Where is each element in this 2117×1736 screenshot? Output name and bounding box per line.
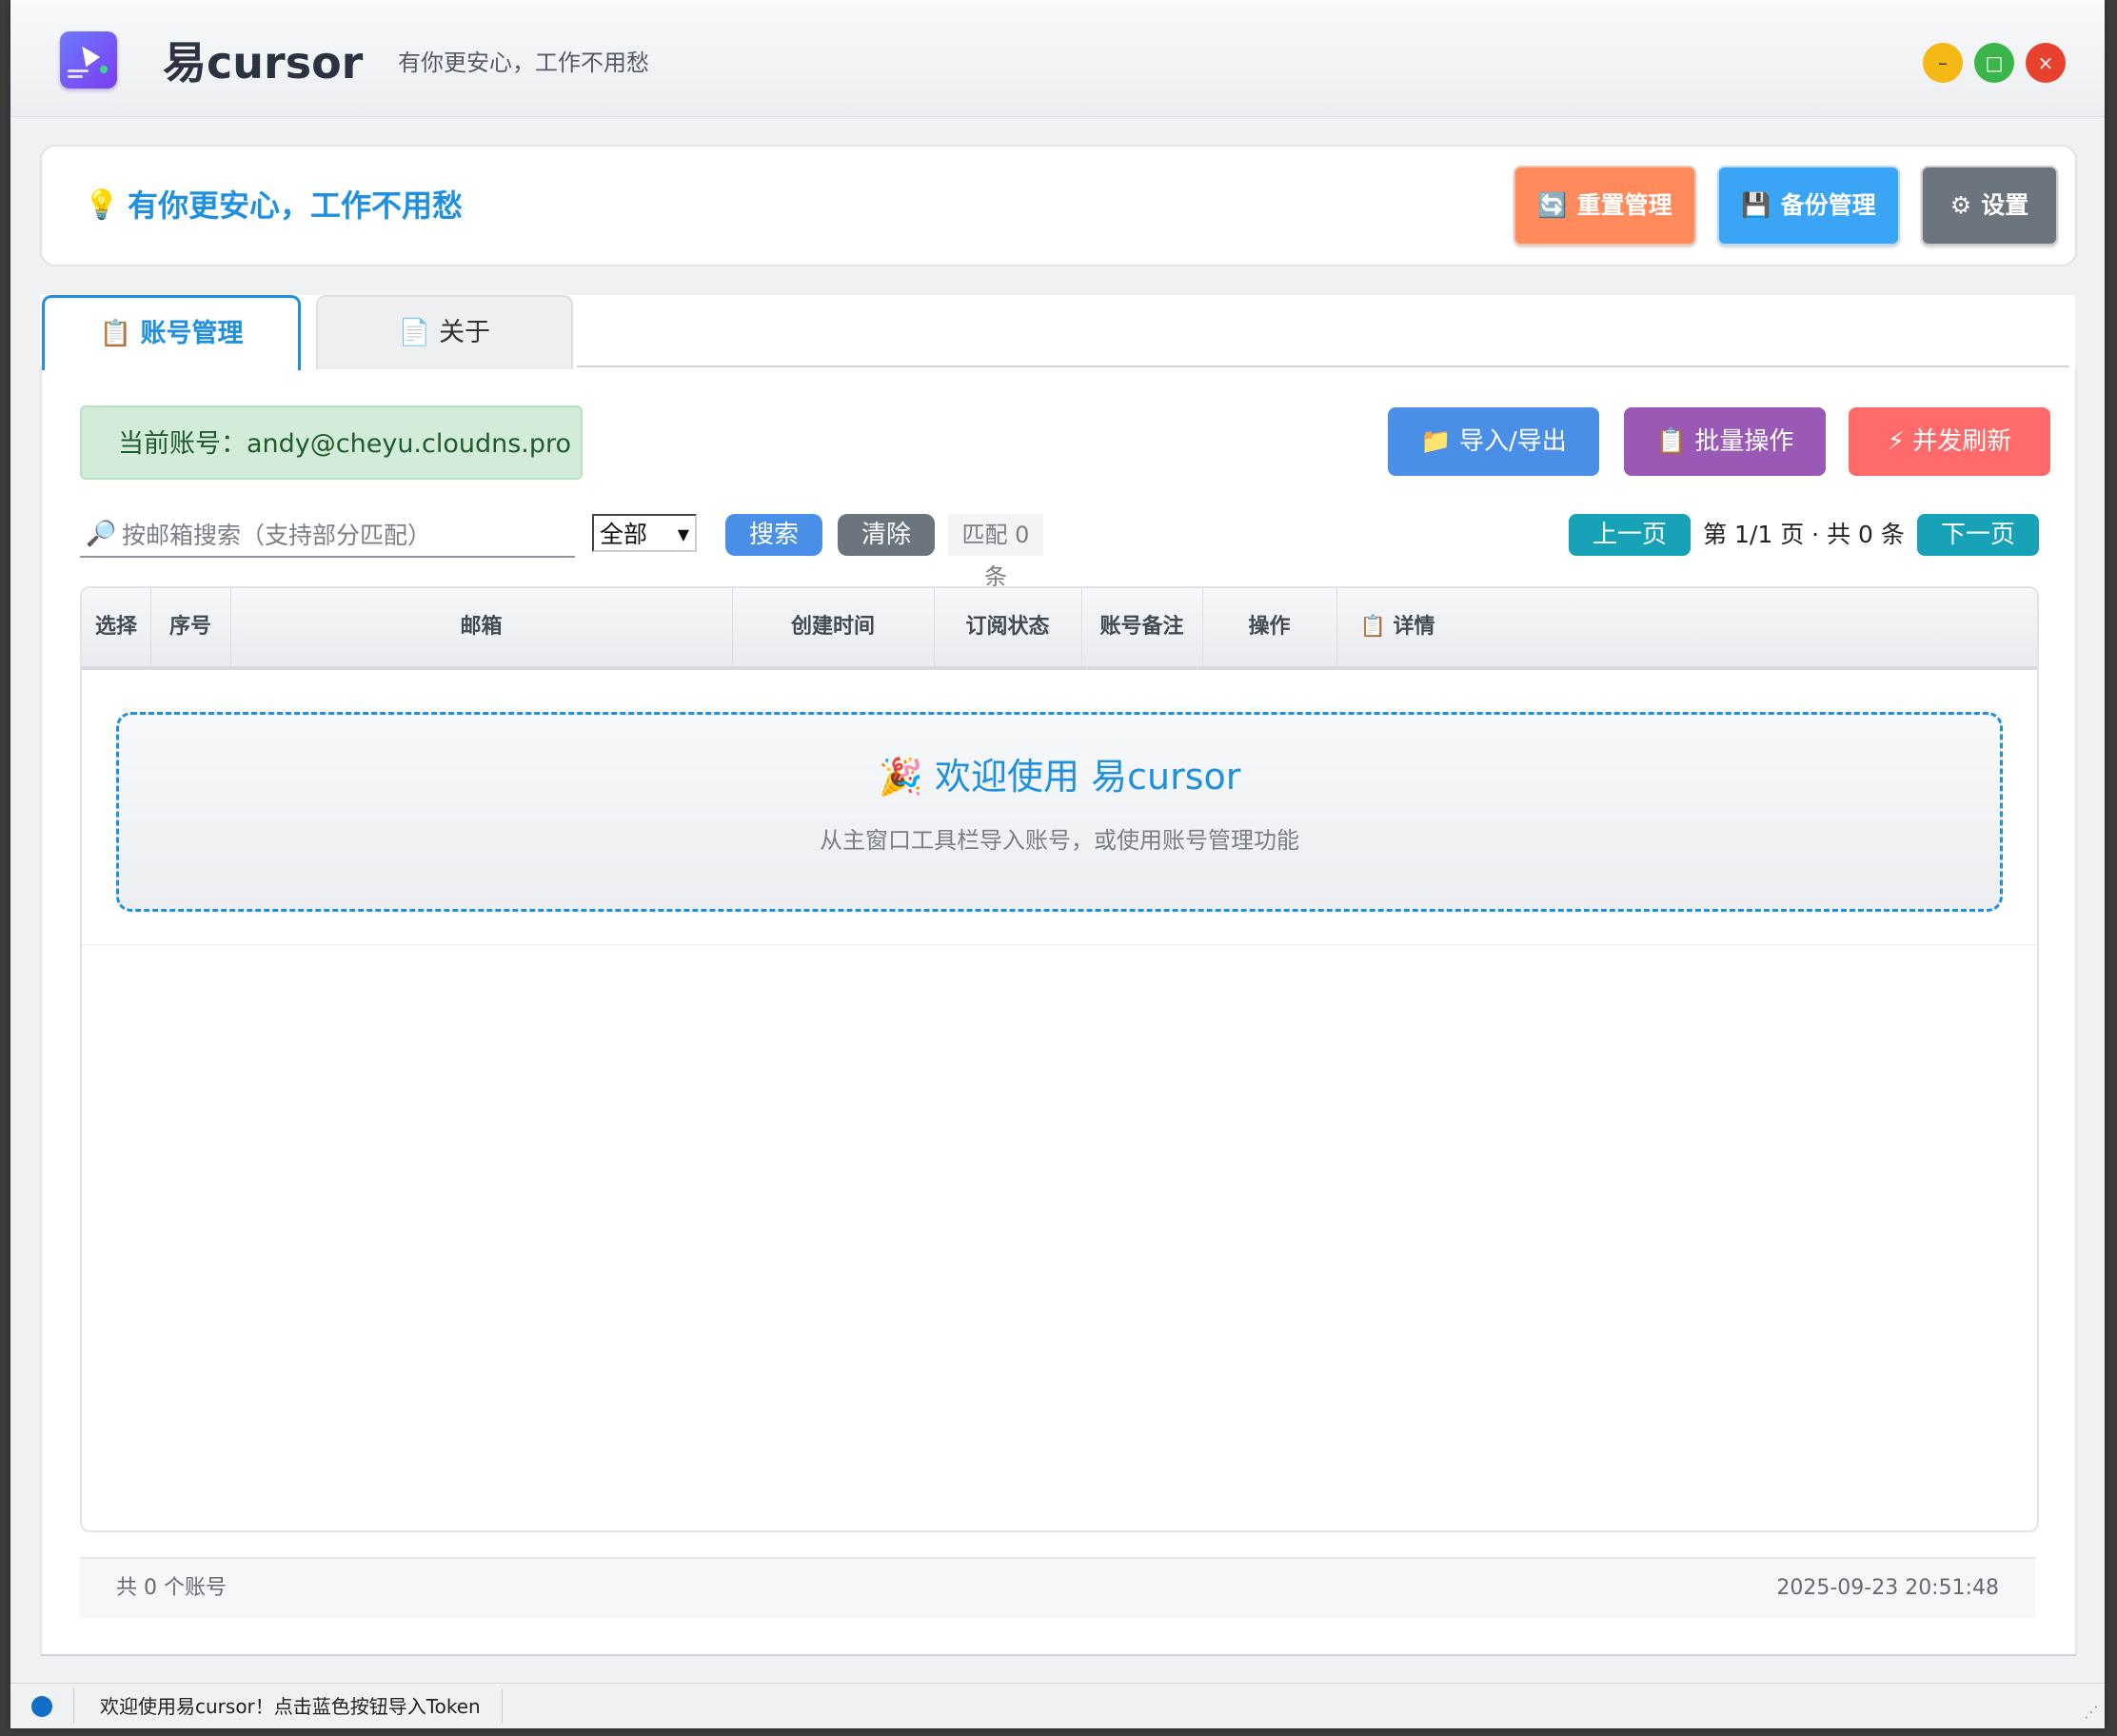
gear-icon: ⚙ [1949,191,1972,219]
refresh-icon: 🔄 [1537,191,1568,219]
status-divider [502,1689,503,1724]
lightning-icon: ⚡ [1887,427,1905,456]
column-header-created-time[interactable]: 创建时间 [732,588,935,666]
document-icon: 📄 [398,318,431,347]
welcome-title-text: 欢迎使用 易cursor [935,756,1241,798]
app-slogan: 有你更安心，工作不用愁 [398,49,649,76]
reset-management-label: 重置管理 [1576,191,1672,219]
column-header-details[interactable]: 📋 详情 [1336,588,1458,666]
backup-management-label: 备份管理 [1780,191,1876,219]
total-account-count: 共 0 个账号 [116,1576,227,1600]
app-logo-icon [60,31,117,89]
settings-label: 设置 [1981,191,2029,219]
minimize-button[interactable]: – [1923,43,1963,83]
welcome-title: 🎉 欢迎使用 易cursor [119,753,2000,800]
concurrent-refresh-label: 并发刷新 [1912,427,2012,456]
previous-page-button[interactable]: 上一页 [1569,514,1691,556]
column-header-select[interactable]: 选择 [82,588,151,666]
column-header-index[interactable]: 序号 [150,588,231,666]
tip-text: 有你更安心，工作不用愁 [128,187,464,224]
clear-button[interactable]: 清除 [838,514,935,556]
status-message: 欢迎使用易cursor！点击蓝色按钮导入Token [100,1695,481,1718]
lightbulb-icon: 💡 [84,188,120,222]
welcome-subtitle: 从主窗口工具栏导入账号，或使用账号管理功能 [820,827,1299,854]
backup-management-button[interactable]: 💾 备份管理 [1717,166,1900,246]
status-bar: 欢迎使用易cursor！点击蓝色按钮导入Token ⋰ [10,1683,2105,1728]
page-info: 第 1/1 页 · 共 0 条 [1703,521,1905,548]
table-header: 选择 序号 邮箱 创建时间 订阅状态 账号备注 操作 📋 详情 [82,588,2037,670]
current-account-badge: 当前账号：andy@cheyu.cloudns.pro [80,405,583,480]
app-title: 易cursor [163,37,364,89]
clipboard-icon: 📋 [99,319,132,348]
settings-button[interactable]: ⚙ 设置 [1921,166,2058,246]
floppy-disk-icon: 💾 [1741,191,1771,219]
tab-account-management-label: 账号管理 [140,319,244,348]
maximize-button[interactable]: □ [1974,43,2014,83]
match-count: 匹配 0 条 [948,514,1043,590]
tab-about[interactable]: 📄 关于 [316,295,573,369]
import-export-button[interactable]: 📁 导入/导出 [1388,407,1599,476]
batch-operations-label: 批量操作 [1694,427,1794,456]
app-window: 易cursor 有你更安心，工作不用愁 – □ × 💡 有你更安心，工作不用愁 … [10,0,2105,1728]
title-bar[interactable]: 易cursor 有你更安心，工作不用愁 – □ × [10,0,2105,117]
column-header-actions[interactable]: 操作 [1202,588,1337,666]
column-header-email[interactable]: 邮箱 [230,588,733,666]
filter-selected-value: 全部 [600,521,648,548]
column-header-account-note[interactable]: 账号备注 [1081,588,1203,666]
concurrent-refresh-button[interactable]: ⚡ 并发刷新 [1849,407,2050,476]
tab-about-label: 关于 [439,318,491,347]
import-export-label: 导入/导出 [1458,427,1567,456]
close-button[interactable]: × [2026,43,2066,83]
search-icon: 🔎 [86,520,117,548]
search-box: 🔎 [80,514,575,558]
account-management-content: 当前账号：andy@cheyu.cloudns.pro 📁 导入/导出 📋 批量… [40,367,2077,1656]
current-timestamp: 2025-09-23 20:51:48 [1776,1576,1999,1600]
clipboard-icon: 📋 [1359,615,1386,639]
next-page-button[interactable]: 下一页 [1917,514,2039,556]
main-panel: 📋 账号管理 📄 关于 当前账号：andy@cheyu.cloudns.pro … [40,295,2077,1656]
column-header-details-label: 详情 [1393,615,1435,639]
resize-grip-icon[interactable]: ⋰ [2084,1703,2099,1721]
email-search-input[interactable] [122,514,569,556]
status-filter-select[interactable]: 全部 ▼ [592,514,697,552]
folder-icon: 📁 [1420,427,1452,456]
batch-operations-button[interactable]: 📋 批量操作 [1624,407,1826,476]
search-button[interactable]: 搜索 [725,514,822,556]
clipboard-icon: 📋 [1655,427,1688,456]
column-header-subscription-status[interactable]: 订阅状态 [934,588,1082,666]
status-indicator-icon [31,1696,52,1717]
reset-management-button[interactable]: 🔄 重置管理 [1514,166,1696,246]
tab-account-management[interactable]: 📋 账号管理 [42,295,301,370]
accounts-table: 选择 序号 邮箱 创建时间 订阅状态 账号备注 操作 📋 详情 🎉 欢迎使用 易… [80,586,2039,1532]
empty-state-welcome: 🎉 欢迎使用 易cursor 从主窗口工具栏导入账号，或使用账号管理功能 [116,712,2003,912]
chevron-down-icon: ▼ [677,525,689,543]
table-footer: 共 0 个账号 2025-09-23 20:51:48 [80,1557,2035,1618]
status-divider [73,1689,74,1724]
table-divider [82,944,2037,945]
party-popper-icon: 🎉 [878,756,923,798]
header-card: 💡 有你更安心，工作不用愁 🔄 重置管理 💾 备份管理 ⚙ 设置 [40,145,2077,266]
